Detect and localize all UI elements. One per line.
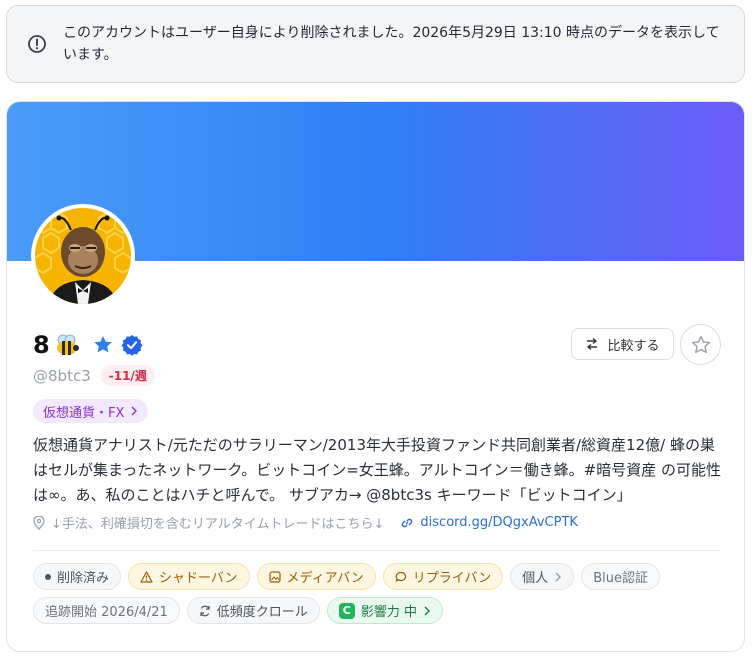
chip-label: 影響力 中 bbox=[360, 605, 417, 620]
profile-card: 8 @8btc3 -11/週 仮想通貨・FX 比較する 仮想通貨アナリスト/元た… bbox=[6, 101, 745, 652]
chip-tracking-start: 追跡開始 2026/4/21 bbox=[33, 597, 180, 624]
category-label: 仮想通貨・FX bbox=[43, 405, 125, 421]
chip-label: メディアバン bbox=[286, 571, 364, 586]
chevron-right-icon bbox=[555, 572, 562, 581]
chip-blue-verified: Blue認証 bbox=[581, 563, 660, 590]
location-text: ↓手法、利確損切を含むリアルタイムトレードはこちら↓ bbox=[51, 517, 385, 532]
username-handle: @8btc3 bbox=[33, 366, 91, 385]
chip-label: リプライバン bbox=[412, 571, 492, 586]
swap-arrows-icon bbox=[587, 337, 598, 351]
chevron-right-icon bbox=[131, 406, 138, 416]
info-circle-icon bbox=[28, 35, 46, 53]
chip-label: 低頻度クロール bbox=[216, 605, 308, 620]
chip-mediaban: メディアバン bbox=[256, 563, 376, 590]
avatar[interactable] bbox=[31, 204, 135, 308]
compare-button[interactable]: 比較する bbox=[571, 328, 674, 360]
verified-badge-icon bbox=[121, 335, 143, 356]
chip-crawl-frequency: 低頻度クロール bbox=[186, 597, 320, 624]
display-name: 8 bbox=[33, 331, 50, 359]
link-icon bbox=[402, 518, 413, 527]
location-pin-icon bbox=[33, 515, 45, 530]
chip-label: 削除済み bbox=[57, 571, 110, 586]
deleted-account-notice: このアカウントはユーザー自身により削除されました。2026年5月29日 13:1… bbox=[6, 5, 745, 83]
chip-label: 追跡開始 2026/4/21 bbox=[45, 605, 168, 620]
link-text: discord.gg/DQgxAvCPTK bbox=[420, 515, 578, 530]
chip-label: Blue認証 bbox=[593, 571, 648, 586]
handle-row: @8btc3 -11/週 bbox=[33, 365, 155, 386]
star-badge-icon bbox=[94, 336, 112, 353]
compare-label: 比較する bbox=[607, 338, 660, 354]
refresh-icon bbox=[200, 605, 210, 616]
category-tag[interactable]: 仮想通貨・FX bbox=[33, 399, 149, 423]
warning-icon bbox=[140, 570, 153, 583]
status-chips: 削除済み シャドーバン メディアバン リプライバン 個人 Blue認証 追跡開始… bbox=[33, 563, 733, 624]
chip-shadowban: シャドーバン bbox=[128, 563, 250, 590]
profile-bio: 仮想通貨アナリスト/元ただのサラリーマン/2013年大手投資ファンド共同創業者/… bbox=[33, 436, 721, 504]
chip-label: シャドーバン bbox=[159, 571, 238, 586]
chip-influence[interactable]: C 影響力 中 bbox=[326, 597, 443, 624]
c-grade-icon: C bbox=[338, 602, 355, 619]
profile-name-row: 8 bbox=[33, 330, 143, 360]
profile-link[interactable]: discord.gg/DQgxAvCPTK bbox=[400, 515, 578, 530]
weekly-change-badge: -11/週 bbox=[100, 365, 155, 386]
chip-deleted: 削除済み bbox=[33, 563, 122, 590]
chevron-right-icon bbox=[424, 606, 430, 615]
favorite-button[interactable] bbox=[680, 324, 721, 365]
chip-label: 個人 bbox=[522, 571, 549, 586]
bee-emoji-icon bbox=[56, 334, 79, 355]
dot-icon bbox=[45, 573, 51, 580]
star-outline-icon bbox=[691, 335, 710, 353]
image-icon bbox=[268, 570, 281, 583]
location-item: ↓手法、利確損切を含むリアルタイムトレードはこちら↓ bbox=[33, 513, 384, 532]
notice-text: このアカウントはユーザー自身により削除されました。2026年5月29日 13:1… bbox=[63, 25, 720, 63]
chat-icon bbox=[395, 571, 406, 582]
chip-replyban: リプライバン bbox=[382, 563, 504, 590]
profile-meta: ↓手法、利確損切を含むリアルタイムトレードはこちら↓ discord.gg/DQ… bbox=[33, 513, 578, 532]
chip-individual[interactable]: 個人 bbox=[510, 563, 575, 590]
ape-avatar-image bbox=[35, 208, 131, 304]
divider bbox=[33, 550, 721, 551]
